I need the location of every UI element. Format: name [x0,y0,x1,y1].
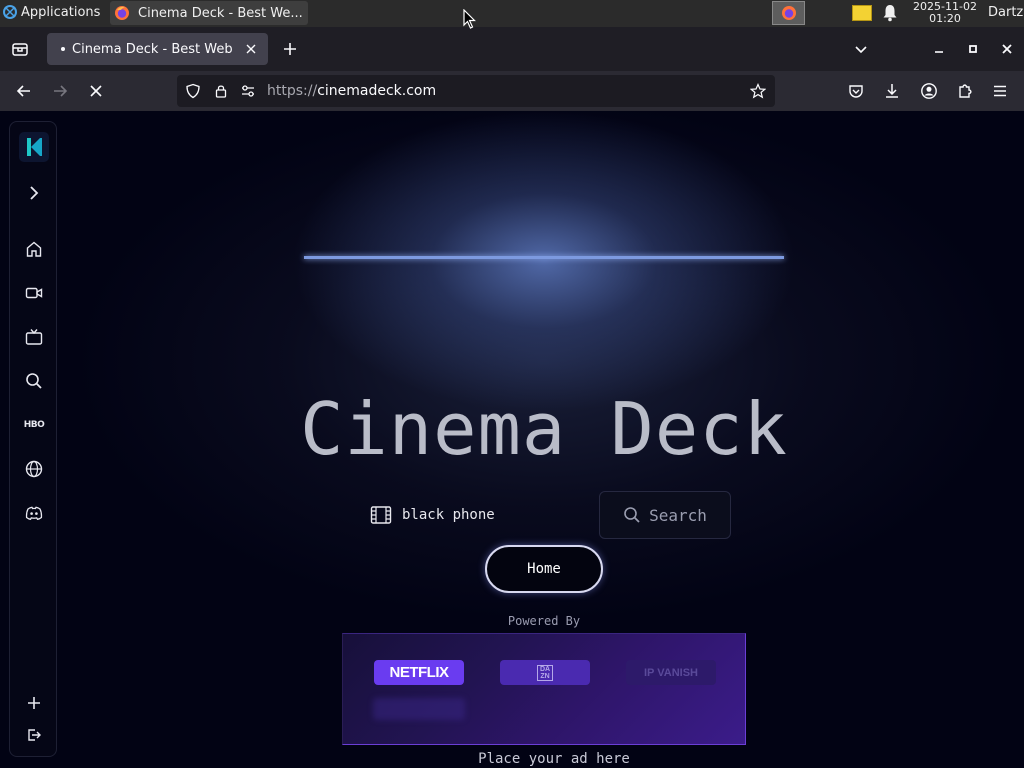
tab-loading-dot [61,47,65,51]
list-all-tabs-icon[interactable] [853,41,869,57]
hamburger-menu-icon[interactable] [991,82,1009,100]
clock-time: 01:20 [929,12,961,25]
mouse-cursor-icon [463,9,476,29]
pocket-icon[interactable] [847,82,865,100]
powered-by-label: Powered By [507,614,581,628]
chevron-right-icon [30,186,39,200]
sidebar-item-tv[interactable] [23,326,45,348]
lock-icon[interactable] [213,83,229,99]
taskbar-window-firefox[interactable]: Cinema Deck - Best We... [110,1,308,25]
tracking-shield-icon[interactable] [185,83,201,99]
clock[interactable]: 2025-11-02 01:20 [912,1,978,25]
hero-title: Cinema Deck [300,387,788,471]
sidebar-item-home[interactable] [23,238,45,260]
minimize-icon[interactable] [931,41,947,57]
firefox-tray-icon [781,6,796,20]
sidebar-add-button[interactable] [23,692,45,714]
sponsor-placeholder [373,698,465,720]
magnifier-icon [624,507,640,523]
account-icon[interactable] [920,82,938,100]
taskbar-window-title: Cinema Deck - Best We... [138,5,303,21]
extensions-icon[interactable] [956,82,974,100]
search-box[interactable] [357,492,591,538]
new-tab-icon[interactable] [280,39,300,59]
spotlight-bar [304,256,784,259]
window-close-icon[interactable] [999,41,1015,57]
user-name[interactable]: Dartz [988,5,1023,20]
sponsor-panel[interactable]: NETFLIX DA ZN IP VANISH [342,633,746,745]
search-button-label: Search [649,505,707,525]
sponsor-dazn[interactable]: DA ZN [500,660,590,685]
tab-cinema-deck[interactable]: Cinema Deck - Best Web [47,33,268,65]
maximize-icon[interactable] [965,41,981,57]
sidebar-item-movies[interactable] [23,282,45,304]
notes-icon[interactable] [852,5,872,21]
url-scheme: https:// [267,83,318,99]
firefox-icon [115,6,129,20]
sidebar-logout-button[interactable] [23,724,45,746]
applications-menu[interactable]: Applications [2,4,100,20]
back-arrow-icon[interactable] [15,82,33,100]
sidebar-item-discord[interactable] [23,502,45,524]
url-text[interactable]: https://cinemadeck.com [267,83,436,99]
stop-loading-icon[interactable] [87,82,105,100]
home-button[interactable]: Home [485,545,603,593]
logout-icon [28,729,41,741]
search-input[interactable] [402,507,582,523]
page-content: HBO Cinema Deck black phone Search Home … [0,111,1024,768]
video-camera-icon [25,287,43,299]
tv-icon [25,329,43,345]
film-icon [370,506,392,524]
bell-icon[interactable] [882,4,898,22]
plus-icon [28,697,40,709]
browser-nav-bar: https://cinemadeck.com [0,71,1024,111]
forward-arrow-icon[interactable] [51,82,69,100]
firefox-view-icon[interactable] [10,39,30,59]
site-logo[interactable] [19,132,49,162]
dazn-logo: DA ZN [537,664,553,681]
downloads-icon[interactable] [883,82,901,100]
sidebar-expand-button[interactable] [23,182,45,204]
applications-label: Applications [21,4,101,20]
home-icon [26,241,42,257]
applications-icon [3,5,17,19]
tab-close-icon[interactable] [244,42,258,56]
url-bar[interactable]: https://cinemadeck.com [177,75,775,107]
cinema-deck-logo-icon [27,138,42,156]
bookmark-star-icon[interactable] [750,83,766,99]
sponsor-netflix[interactable]: NETFLIX [374,660,464,685]
search-button[interactable]: Search [599,491,731,539]
sponsor-ipvanish[interactable]: IP VANISH [626,660,716,685]
tab-title: Cinema Deck - Best Web [72,41,233,57]
discord-icon [25,506,43,521]
os-taskbar: Applications Cinema Deck - Best We... 20… [0,0,1024,27]
tray-firefox[interactable] [772,1,805,25]
permissions-icon[interactable] [240,83,256,99]
browser-tab-strip: Cinema Deck - Best Web [0,27,1024,71]
url-host: cinemadeck.com [317,83,437,99]
ad-placeholder-text[interactable]: Place your ad here [0,751,1024,767]
